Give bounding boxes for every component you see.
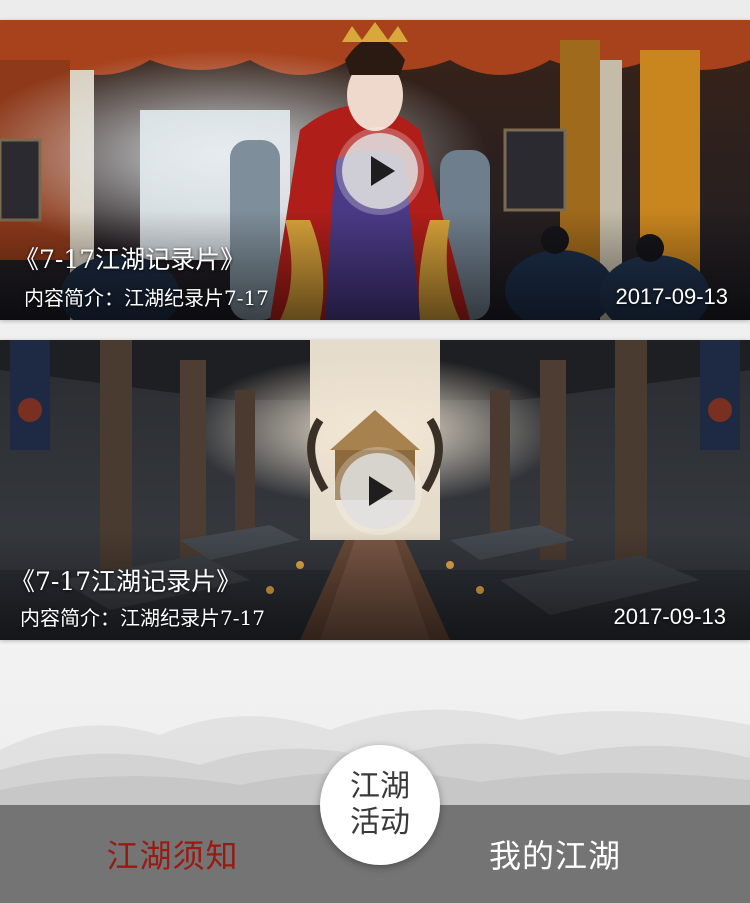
video-title: 《7-17江湖记录片》 xyxy=(10,567,242,596)
nav-label-left: 江湖须知 xyxy=(106,837,239,875)
nav-label-right: 我的江湖 xyxy=(488,837,621,875)
video-card-1[interactable]: 《7-17江湖记录片》 内容简介：江湖纪录片7-17 2017-09-13 xyxy=(0,20,750,320)
video-date: 2017-09-13 xyxy=(613,604,726,629)
video-title: 《7-17江湖记录片》 xyxy=(14,245,246,274)
play-button-1[interactable] xyxy=(342,133,418,209)
video-card-2[interactable]: 《7-17江湖记录片》 内容简介：江湖纪录片7-17 2017-09-13 xyxy=(0,340,750,640)
activity-line-1: 江湖 xyxy=(350,769,410,804)
nav-item-jianghu-notice[interactable]: 江湖须知 xyxy=(0,805,375,903)
play-button-2[interactable] xyxy=(340,453,416,529)
video-date: 2017-09-13 xyxy=(615,284,728,309)
video-description: 内容简介：江湖纪录片7-17 xyxy=(20,606,265,630)
activity-line-2: 活动 xyxy=(350,805,410,840)
video-description: 内容简介：江湖纪录片7-17 xyxy=(24,286,269,310)
jianghu-activity-button[interactable]: 江湖 活动 xyxy=(320,745,440,865)
play-icon xyxy=(371,156,395,186)
play-icon xyxy=(369,476,393,506)
